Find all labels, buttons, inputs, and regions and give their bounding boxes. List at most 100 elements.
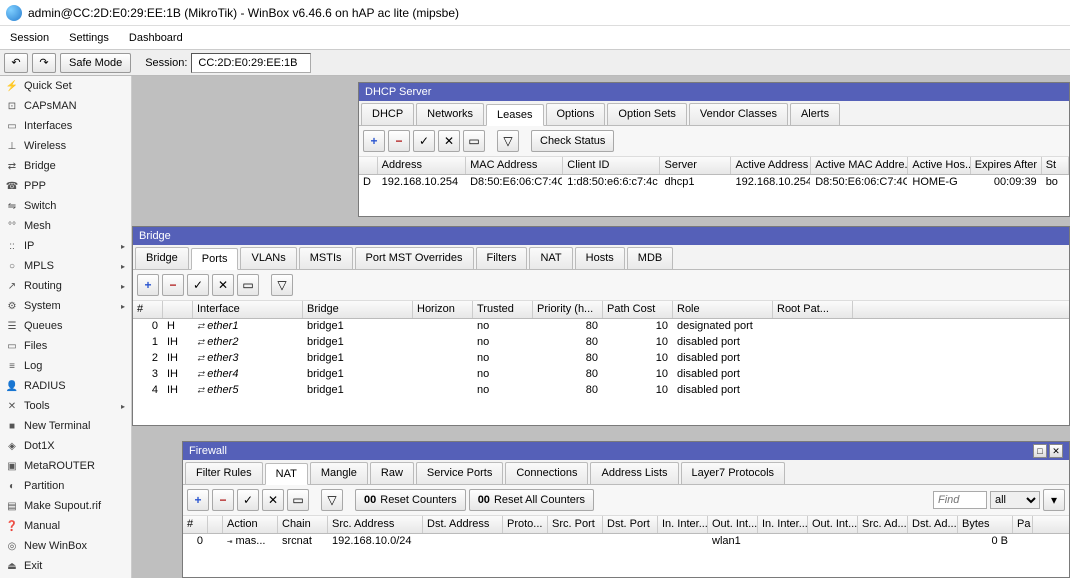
filter-scope-select[interactable]: all <box>990 491 1040 509</box>
add-button[interactable]: + <box>363 130 385 152</box>
column-header[interactable]: Priority (h... <box>533 301 603 318</box>
tab-bridge[interactable]: Bridge <box>135 247 189 269</box>
sidebar-item-interfaces[interactable]: ▭Interfaces <box>0 116 131 136</box>
tab-layer7-protocols[interactable]: Layer7 Protocols <box>681 462 786 484</box>
comment-button[interactable]: ▭ <box>287 489 309 511</box>
column-header[interactable]: Bytes <box>958 516 1013 533</box>
safe-mode-button[interactable]: Safe Mode <box>60 53 131 73</box>
menu-dashboard[interactable]: Dashboard <box>119 28 193 48</box>
bridge-title[interactable]: Bridge <box>133 227 1069 245</box>
disable-button[interactable]: ✕ <box>262 489 284 511</box>
sidebar-item-switch[interactable]: ⇋Switch <box>0 196 131 216</box>
sidebar-item-partition[interactable]: ◐Partition <box>0 476 131 496</box>
sidebar-item-new-winbox[interactable]: ◎New WinBox <box>0 536 131 556</box>
bridge-grid[interactable]: # InterfaceBridgeHorizonTrustedPriority (… <box>133 301 1069 425</box>
column-header[interactable]: Out. Int... <box>708 516 758 533</box>
sidebar-item-mesh[interactable]: °°Mesh <box>0 216 131 236</box>
remove-button[interactable]: − <box>212 489 234 511</box>
tab-vendor-classes[interactable]: Vendor Classes <box>689 103 788 125</box>
add-button[interactable]: + <box>187 489 209 511</box>
enable-button[interactable]: ✓ <box>187 274 209 296</box>
reset-all-counters-button[interactable]: 00Reset All Counters <box>469 489 594 511</box>
remove-button[interactable]: − <box>162 274 184 296</box>
sidebar-item-routing[interactable]: ↗Routing <box>0 276 131 296</box>
add-button[interactable]: + <box>137 274 159 296</box>
column-header[interactable]: Bridge <box>303 301 413 318</box>
column-header[interactable]: Interface <box>193 301 303 318</box>
sidebar-item-dot1x[interactable]: ◈Dot1X <box>0 436 131 456</box>
table-row[interactable]: 0H⮂ ether1bridge1no8010designated port <box>133 319 1069 335</box>
tab-filters[interactable]: Filters <box>476 247 528 269</box>
disable-button[interactable]: ✕ <box>438 130 460 152</box>
column-header[interactable]: Expires After <box>971 157 1042 174</box>
tab-vlans[interactable]: VLANs <box>240 247 296 269</box>
tab-hosts[interactable]: Hosts <box>575 247 625 269</box>
sidebar-item-radius[interactable]: 👤RADIUS <box>0 376 131 396</box>
column-header[interactable]: Src. Address <box>328 516 423 533</box>
table-row[interactable]: 3IH⮂ ether4bridge1no8010disabled port <box>133 367 1069 383</box>
table-row[interactable]: 4IH⮂ ether5bridge1no8010disabled port <box>133 383 1069 399</box>
column-header[interactable]: Trusted <box>473 301 533 318</box>
sidebar-item-exit[interactable]: ⏏Exit <box>0 556 131 576</box>
column-header[interactable] <box>208 516 223 533</box>
column-header[interactable]: Proto... <box>503 516 548 533</box>
dhcp-title[interactable]: DHCP Server <box>359 83 1069 101</box>
column-header[interactable]: Address <box>378 157 466 174</box>
tab-nat[interactable]: NAT <box>529 247 572 269</box>
undo-button[interactable]: ↶ <box>4 53 28 73</box>
column-header[interactable]: Path Cost <box>603 301 673 318</box>
column-header[interactable]: MAC Address <box>466 157 563 174</box>
sidebar-item-log[interactable]: ≡Log <box>0 356 131 376</box>
tab-dhcp[interactable]: DHCP <box>361 103 414 125</box>
table-row[interactable]: D192.168.10.254D8:50:E6:06:C7:4C1:d8:50:… <box>359 175 1069 191</box>
window-reveal-icon[interactable]: □ <box>1033 444 1047 458</box>
menu-settings[interactable]: Settings <box>59 28 119 48</box>
tab-option-sets[interactable]: Option Sets <box>607 103 686 125</box>
find-input[interactable] <box>933 491 987 509</box>
filter-dropdown-icon[interactable]: ▾ <box>1043 489 1065 511</box>
firewall-title[interactable]: Firewall □ ✕ <box>183 442 1069 460</box>
column-header[interactable]: In. Inter... <box>658 516 708 533</box>
comment-button[interactable]: ▭ <box>463 130 485 152</box>
tab-mangle[interactable]: Mangle <box>310 462 368 484</box>
column-header[interactable]: Src. Ad... <box>858 516 908 533</box>
table-row[interactable]: 0⇥ mas...srcnat192.168.10.0/24wlan10 B <box>183 534 1069 550</box>
column-header[interactable]: Root Pat... <box>773 301 853 318</box>
tab-port-mst-overrides[interactable]: Port MST Overrides <box>355 247 474 269</box>
sidebar-item-ppp[interactable]: ☎PPP <box>0 176 131 196</box>
column-header[interactable]: Action <box>223 516 278 533</box>
sidebar-item-quick-set[interactable]: ⚡Quick Set <box>0 76 131 96</box>
check-status-button[interactable]: Check Status <box>531 130 614 152</box>
filter-button[interactable]: ▽ <box>497 130 519 152</box>
sidebar-item-ip[interactable]: ::IP <box>0 236 131 256</box>
sidebar-item-capsman[interactable]: ⊡CAPsMAN <box>0 96 131 116</box>
tab-nat[interactable]: NAT <box>265 463 308 485</box>
tab-connections[interactable]: Connections <box>505 462 588 484</box>
reset-counters-button[interactable]: 00Reset Counters <box>355 489 466 511</box>
tab-networks[interactable]: Networks <box>416 103 484 125</box>
column-header[interactable]: Role <box>673 301 773 318</box>
column-header[interactable]: Pa <box>1013 516 1033 533</box>
column-header[interactable]: Client ID <box>563 157 660 174</box>
column-header[interactable]: # <box>133 301 163 318</box>
sidebar-item-system[interactable]: ⚙System <box>0 296 131 316</box>
menu-session[interactable]: Session <box>0 28 59 48</box>
column-header[interactable]: Dst. Address <box>423 516 503 533</box>
sidebar-item-bridge[interactable]: ⇄Bridge <box>0 156 131 176</box>
tab-alerts[interactable]: Alerts <box>790 103 840 125</box>
column-header[interactable] <box>359 157 378 174</box>
firewall-grid[interactable]: #ActionChainSrc. AddressDst. AddressProt… <box>183 516 1069 577</box>
tab-service-ports[interactable]: Service Ports <box>416 462 503 484</box>
tab-filter-rules[interactable]: Filter Rules <box>185 462 263 484</box>
sidebar-item-tools[interactable]: ✕Tools <box>0 396 131 416</box>
sidebar-item-metarouter[interactable]: ▣MetaROUTER <box>0 456 131 476</box>
tab-ports[interactable]: Ports <box>191 248 239 270</box>
column-header[interactable]: Horizon <box>413 301 473 318</box>
dhcp-grid[interactable]: AddressMAC AddressClient IDServerActive … <box>359 157 1069 216</box>
tab-leases[interactable]: Leases <box>486 104 543 126</box>
enable-button[interactable]: ✓ <box>413 130 435 152</box>
column-header[interactable]: Out. Int... <box>808 516 858 533</box>
tab-address-lists[interactable]: Address Lists <box>590 462 678 484</box>
column-header[interactable]: # <box>183 516 208 533</box>
column-header[interactable]: In. Inter... <box>758 516 808 533</box>
